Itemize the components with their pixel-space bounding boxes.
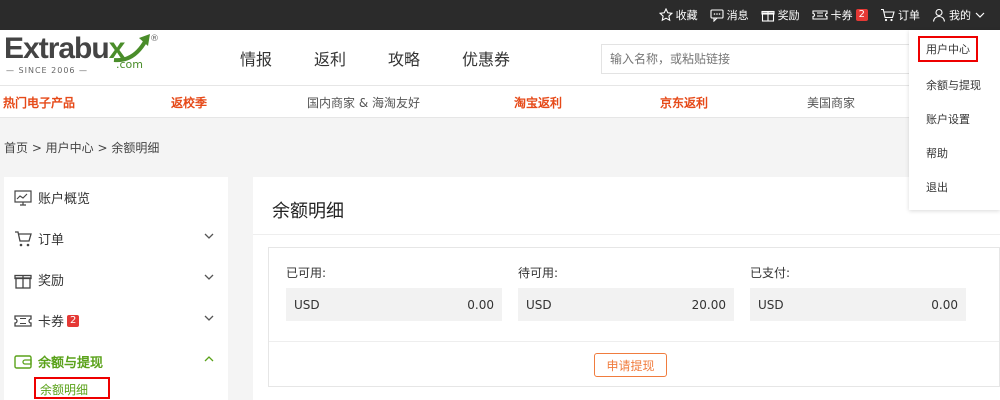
chevron-down-icon [204, 274, 214, 280]
sidebar-item-label: 奖励 [38, 274, 65, 289]
rewards-label: 奖励 [777, 9, 800, 22]
chevron-down-icon [204, 233, 214, 239]
balance-label: 待可用: [518, 266, 559, 280]
sidebar-item-label: 余额与提现 [38, 356, 104, 371]
category-jd-cashback[interactable]: 京东返利 [660, 94, 708, 111]
top-links: 收藏 消息 奖励 卡券 2 订单 我的 [647, 0, 988, 30]
gift-icon [761, 10, 775, 22]
sidebar-subitem-balance-details[interactable]: 余额明细 [34, 377, 110, 399]
my-account-link[interactable]: 我的 [932, 7, 988, 23]
chevron-down-icon [975, 12, 985, 18]
sidebar-item-account-overview[interactable]: 账户概览 [4, 177, 228, 218]
balance-summary: 已可用: USD 0.00 待可用: USD 20.00 已支付: USD 0.… [268, 247, 1000, 387]
message-icon [710, 9, 724, 22]
cart-icon [15, 230, 32, 246]
dropdown-item-account-settings[interactable]: 账户设置 [926, 111, 970, 127]
breadcrumb[interactable]: 首页 > 用户中心 > 余额明细 [4, 139, 159, 156]
main-nav: 情报 返利 攻略 优惠券 [240, 30, 552, 86]
orders-link[interactable]: 订单 [880, 7, 920, 23]
site-header: Extrabux ® .com — SINCE 2006 — 情报 返利 攻略 … [0, 30, 1000, 86]
balance-field: USD 0.00 [286, 288, 502, 321]
sidebar-item-orders[interactable]: 订单 [4, 218, 228, 259]
nav-cashback[interactable]: 返利 [314, 46, 346, 70]
my-account-label: 我的 [949, 9, 971, 22]
withdraw-button[interactable]: 申请提现 [594, 353, 667, 377]
balance-amount: 20.00 [691, 297, 726, 312]
balance-panel: 余额明细 已可用: USD 0.00 待可用: USD 20.00 已支付: U… [253, 177, 1000, 400]
dropdown-item-balance-withdraw[interactable]: 余额与提现 [926, 77, 981, 93]
sidebar-item-balance-withdraw[interactable]: 余额与提现 [4, 341, 228, 382]
balance-amount: 0.00 [467, 297, 494, 312]
sidebar-item-label: 订单 [38, 233, 65, 248]
balance-label: 已可用: [286, 266, 327, 280]
page-title: 余额明细 [272, 201, 344, 222]
messages-label: 消息 [726, 9, 749, 22]
dropdown-item-user-center[interactable]: 用户中心 [918, 36, 978, 62]
sidebar-item-label: 卡券 [38, 315, 65, 330]
category-back-to-school[interactable]: 返校季 [171, 94, 207, 111]
cart-icon [881, 8, 895, 22]
top-bar: 收藏 消息 奖励 卡券 2 订单 我的 [0, 0, 1000, 30]
star-icon [658, 8, 673, 22]
user-dropdown-menu: 用户中心 余额与提现 账户设置 帮助 退出 [909, 30, 1000, 210]
category-bar: 热门电子产品 返校季 国内商家 & 海淘友好 淘宝返利 京东返利 美国商家 [0, 86, 1000, 118]
account-sidebar: 账户概览 订单 奖励 卡券 2 余额与提现 余额明细 [4, 177, 228, 400]
category-us-merchants[interactable]: 美国商家 [807, 94, 855, 111]
monitor-chart-icon [14, 189, 32, 206]
coupons-badge: 2 [67, 314, 80, 327]
rewards-link[interactable]: 奖励 [761, 7, 800, 23]
chevron-down-icon [204, 315, 214, 321]
messages-link[interactable]: 消息 [710, 7, 749, 23]
withdraw-divider [269, 341, 999, 342]
category-domestic-merchants[interactable]: 国内商家 & 海淘友好 [307, 94, 420, 111]
nav-coupons[interactable]: 优惠券 [462, 46, 510, 70]
sidebar-item-coupons[interactable]: 卡券 2 [4, 300, 228, 341]
category-hot-electronics[interactable]: 热门电子产品 [3, 94, 75, 111]
search-input[interactable] [601, 44, 921, 74]
dropdown-item-help[interactable]: 帮助 [926, 145, 948, 161]
coupons-badge: 2 [855, 9, 868, 21]
sidebar-item-rewards[interactable]: 奖励 [4, 259, 228, 300]
logo-domain: .com [116, 58, 143, 71]
logo-since: — SINCE 2006 — [6, 66, 89, 75]
balance-currency: USD [294, 297, 320, 312]
coupon-icon [14, 314, 32, 327]
balance-paid: 已支付: USD 0.00 [750, 264, 966, 321]
extrabux-logo[interactable]: Extrabux ® .com — SINCE 2006 — [4, 32, 164, 84]
orders-label: 订单 [898, 9, 920, 22]
gift-icon [14, 274, 32, 289]
balance-currency: USD [526, 297, 552, 312]
sidebar-item-label: 账户概览 [38, 192, 91, 207]
wallet-icon [14, 354, 32, 369]
favorites-label: 收藏 [675, 9, 698, 22]
coupons-link[interactable]: 卡券 2 [812, 7, 868, 23]
coupon-icon [812, 10, 828, 20]
title-divider [253, 234, 1000, 235]
balance-available: 已可用: USD 0.00 [286, 264, 502, 321]
balance-amount: 0.00 [931, 297, 958, 312]
balance-field: USD 0.00 [750, 288, 966, 321]
balance-field: USD 20.00 [518, 288, 734, 321]
dropdown-item-logout[interactable]: 退出 [926, 179, 948, 195]
chevron-up-icon [204, 356, 214, 362]
balance-label: 已支付: [750, 266, 791, 280]
nav-intel[interactable]: 情报 [240, 46, 272, 70]
category-taobao-cashback[interactable]: 淘宝返利 [514, 94, 562, 111]
favorites-link[interactable]: 收藏 [658, 7, 698, 23]
nav-guides[interactable]: 攻略 [388, 46, 420, 70]
coupons-label: 卡券 [830, 9, 853, 22]
balance-pending: 待可用: USD 20.00 [518, 264, 734, 321]
balance-currency: USD [758, 297, 784, 312]
user-icon [932, 8, 946, 22]
logo-wordmark: Extrabux [4, 32, 125, 65]
